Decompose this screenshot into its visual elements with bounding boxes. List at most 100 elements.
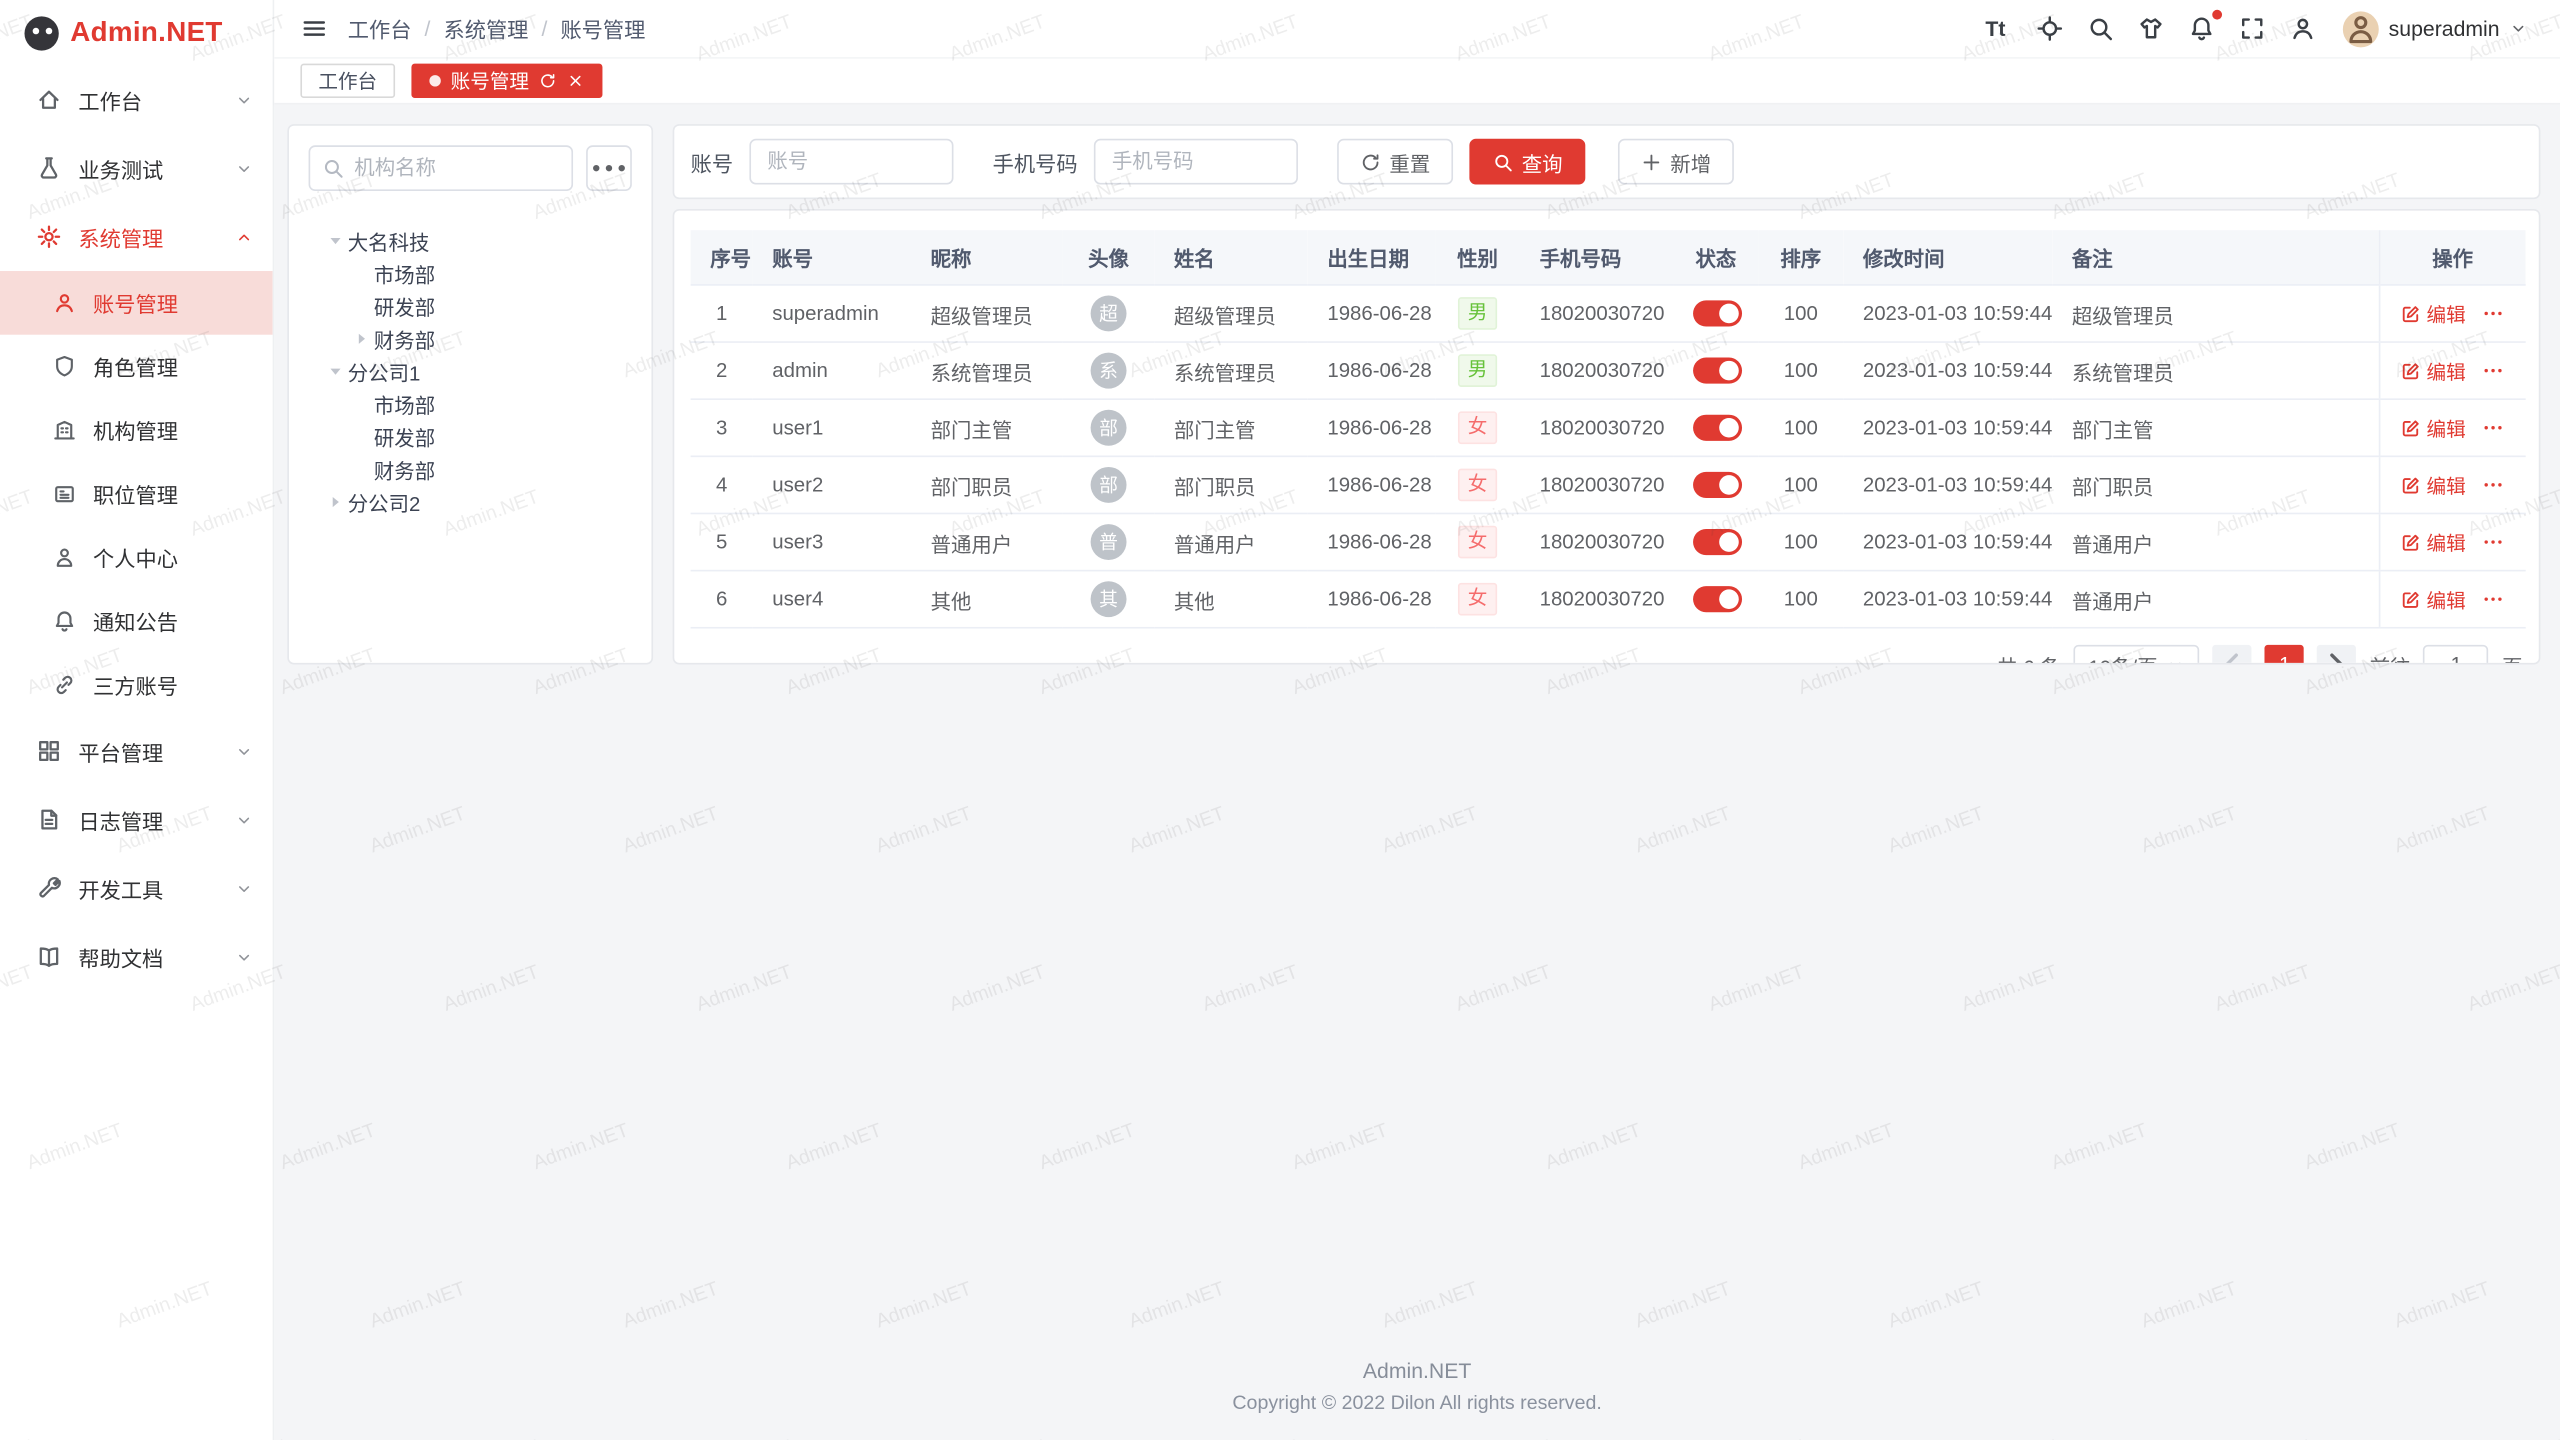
user-icon[interactable]: [2289, 15, 2317, 43]
sidebar-subitem-2-2[interactable]: 机构管理: [0, 398, 273, 462]
tree-node[interactable]: 研发部: [309, 289, 632, 322]
col-header-op: 操作: [2379, 230, 2526, 285]
org-search-input[interactable]: [309, 145, 573, 191]
next-page-button[interactable]: [2317, 645, 2356, 665]
breadcrumb-item[interactable]: 系统管理: [443, 13, 528, 44]
sidebar-item-5[interactable]: 开发工具: [0, 854, 273, 923]
font-size-icon[interactable]: Tt: [1985, 15, 2013, 43]
cell-gender: 女: [1435, 456, 1520, 513]
notification-bell-icon[interactable]: [2188, 15, 2216, 43]
tree-node[interactable]: 市场部: [309, 256, 632, 289]
row-more-button[interactable]: [2482, 359, 2505, 382]
account-filter-input[interactable]: [749, 139, 953, 185]
cell-name: 部门职员: [1154, 456, 1307, 513]
edit-icon: [2400, 589, 2421, 610]
edit-button[interactable]: 编辑: [2400, 300, 2465, 328]
user-menu[interactable]: superadmin: [2343, 11, 2527, 47]
row-more-button[interactable]: [2482, 531, 2505, 554]
edit-button[interactable]: 编辑: [2400, 357, 2465, 385]
add-button[interactable]: 新增: [1618, 139, 1734, 185]
breadcrumb-item[interactable]: 工作台: [348, 13, 412, 44]
collapse-menu-icon[interactable]: [300, 15, 328, 43]
sidebar-item-4[interactable]: 日志管理: [0, 785, 273, 854]
caret-placeholder: [349, 427, 373, 445]
tree-node[interactable]: 分公司2: [309, 485, 632, 518]
cell-remark: 部门主管: [2052, 399, 2379, 456]
query-button[interactable]: 查询: [1469, 139, 1585, 185]
sidebar-subitem-2-6[interactable]: 三方账号: [0, 653, 273, 717]
cell-nickname: 部门职员: [911, 456, 1063, 513]
chevron-down-icon: [235, 159, 253, 177]
row-more-button[interactable]: [2482, 302, 2505, 325]
tree-node[interactable]: 分公司1: [309, 354, 632, 387]
row-more-button[interactable]: [2482, 473, 2505, 496]
table-row: 6user4其他其其他1986-06-28女180200307201002023…: [691, 571, 2526, 628]
avatar: 部: [1091, 467, 1127, 503]
caret-down-icon[interactable]: [323, 231, 347, 249]
cell-sort: 100: [1758, 342, 1843, 399]
tab-1[interactable]: 账号管理: [411, 64, 602, 98]
row-more-button[interactable]: [2482, 588, 2505, 611]
theme-icon[interactable]: [2137, 15, 2165, 43]
caret-right-icon[interactable]: [349, 329, 373, 347]
search-icon[interactable]: [2087, 15, 2115, 43]
page-1-button[interactable]: 1: [2265, 645, 2304, 665]
edit-button[interactable]: 编辑: [2400, 585, 2465, 613]
tree-node[interactable]: 财务部: [309, 452, 632, 485]
breadcrumb-item[interactable]: 账号管理: [560, 13, 645, 44]
goto-page-input[interactable]: [2424, 645, 2489, 665]
tree-node[interactable]: 财务部: [309, 322, 632, 355]
edit-button[interactable]: 编辑: [2400, 414, 2465, 442]
status-toggle[interactable]: [1693, 415, 1742, 441]
sidebar-item-2[interactable]: 系统管理: [0, 202, 273, 271]
page-size-select[interactable]: 10条/页: [2074, 645, 2200, 665]
cell-name: 其他: [1154, 571, 1307, 628]
tree-node[interactable]: 研发部: [309, 420, 632, 453]
tab-bar: 工作台账号管理: [274, 59, 2560, 105]
sidebar-item-6[interactable]: 帮助文档: [0, 922, 273, 991]
status-toggle[interactable]: [1693, 300, 1742, 326]
cell-nickname: 超级管理员: [911, 285, 1063, 342]
locate-icon[interactable]: [2036, 15, 2064, 43]
status-toggle[interactable]: [1693, 586, 1742, 612]
reset-button[interactable]: 重置: [1337, 139, 1453, 185]
header-toolbar: Tt: [1985, 15, 2316, 43]
sidebar-subitem-2-0[interactable]: 账号管理: [0, 271, 273, 335]
sidebar-subitem-2-1[interactable]: 角色管理: [0, 335, 273, 399]
cell-nickname: 普通用户: [911, 513, 1063, 570]
cell-op: 编辑: [2379, 285, 2526, 342]
gender-badge: 女: [1458, 411, 1497, 444]
sidebar-item-3[interactable]: 平台管理: [0, 717, 273, 786]
sidebar-subitem-label: 通知公告: [93, 606, 178, 637]
caret-right-icon[interactable]: [323, 492, 347, 510]
tab-close-icon[interactable]: [567, 72, 585, 90]
logo-icon: [24, 16, 58, 50]
status-toggle[interactable]: [1693, 358, 1742, 384]
phone-filter-input[interactable]: [1094, 139, 1298, 185]
cell-birth: 1986-06-28: [1308, 342, 1435, 399]
prev-page-button[interactable]: [2213, 645, 2252, 665]
gender-badge: 男: [1458, 297, 1497, 330]
sidebar-item-0[interactable]: 工作台: [0, 65, 273, 134]
fullscreen-icon[interactable]: [2238, 15, 2266, 43]
status-toggle[interactable]: [1693, 529, 1742, 555]
tree-node[interactable]: 大名科技: [309, 224, 632, 257]
tree-node-label: 分公司1: [348, 355, 421, 386]
search-icon: [1492, 151, 1513, 172]
edit-button[interactable]: 编辑: [2400, 528, 2465, 556]
tab-refresh-icon[interactable]: [539, 72, 557, 90]
logo[interactable]: Admin.NET: [0, 0, 273, 65]
tree-node[interactable]: 市场部: [309, 387, 632, 420]
caret-down-icon[interactable]: [323, 362, 347, 380]
table-row: 5user3普通用户普普通用户1986-06-28女18020030720100…: [691, 513, 2526, 570]
sidebar-subitem-2-4[interactable]: 个人中心: [0, 526, 273, 590]
sidebar-item-1[interactable]: 业务测试: [0, 134, 273, 203]
tab-0[interactable]: 工作台: [300, 64, 395, 98]
status-toggle[interactable]: [1693, 472, 1742, 498]
org-more-button[interactable]: [586, 145, 632, 191]
sidebar-item-label: 日志管理: [78, 804, 218, 835]
sidebar-subitem-2-3[interactable]: 职位管理: [0, 462, 273, 526]
sidebar-subitem-2-5[interactable]: 通知公告: [0, 589, 273, 653]
row-more-button[interactable]: [2482, 416, 2505, 439]
edit-button[interactable]: 编辑: [2400, 471, 2465, 499]
